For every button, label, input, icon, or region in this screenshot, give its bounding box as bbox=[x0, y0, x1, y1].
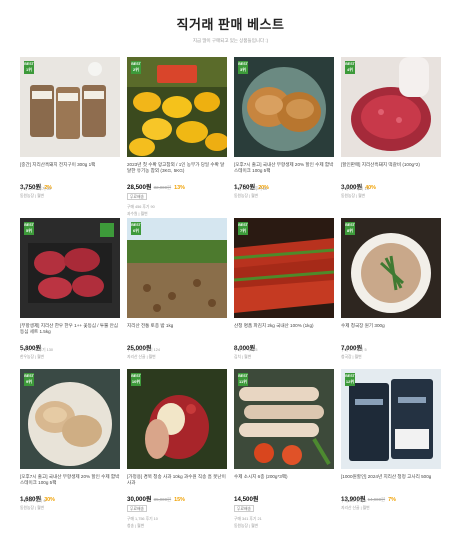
product-name[interactable]: [오후7시 출고] 국내산 무항생제 20% 할인 수제 함박스테이크 100g… bbox=[234, 162, 334, 174]
product-name[interactable]: 수제 소시지 6종 (200g*3팩) bbox=[234, 474, 334, 486]
product-name[interactable]: [오후7시 출고] 국내산 무항생제 20% 할인 수제 함박스테이크 100g… bbox=[20, 474, 120, 486]
product-stats: 구매 173 후기 5 bbox=[341, 348, 367, 352]
product-image[interactable]: BEST 1위 bbox=[20, 57, 120, 157]
rank-badge: BEST 8위 bbox=[345, 222, 355, 235]
product-stats: 구매 456 후기 90 bbox=[127, 205, 155, 209]
product-image[interactable]: BEST 6위 bbox=[127, 218, 227, 318]
product-stats: 구매 2,778 후기 130 bbox=[20, 348, 53, 352]
product-stats: 구매 1,844 후기 124 bbox=[127, 348, 160, 352]
product-stats: 구매 14,178 후기 85 bbox=[234, 187, 267, 191]
product-stats: 구매 8,031 후기 59 bbox=[20, 187, 51, 191]
seller-info: 지리산 산골 | 월변 bbox=[341, 506, 370, 510]
seller-info: 동원농장 | 월변 bbox=[234, 194, 259, 198]
product-image[interactable]: BEST 4위 bbox=[341, 57, 441, 157]
product-stats: 구매 401 후기 6 bbox=[20, 499, 46, 503]
product-image[interactable]: BEST 9위 bbox=[20, 369, 120, 469]
free-shipping-tag: 무료배송 bbox=[127, 505, 147, 512]
rank-badge: BEST 11위 bbox=[238, 373, 248, 386]
rank-badge: BEST 6위 bbox=[131, 222, 141, 235]
seller-info: 한우농장 | 월변 bbox=[20, 355, 45, 359]
rank-badge: BEST 7위 bbox=[238, 222, 248, 235]
rank-badge: BEST 9위 bbox=[24, 373, 34, 386]
product-image[interactable]: BEST 12위 bbox=[341, 369, 441, 469]
product-price: 30,000원 bbox=[127, 496, 152, 503]
seller-info: 동원농장 | 월변 bbox=[234, 524, 259, 528]
product-image[interactable]: BEST 5위 bbox=[20, 218, 120, 318]
seller-info: 지리산 산골 | 월변 bbox=[127, 355, 156, 359]
product-card[interactable]: BEST 3위 [오후7시 출고] 국내산 무항생제 20% 할인 수제 함박스테… bbox=[234, 57, 334, 199]
product-card[interactable]: BEST 4위 [할인판매] 지리산흑돼지 떡갈비 (100g*2) 3,000원… bbox=[341, 57, 441, 199]
seller-info: 동원농장 | 월변 bbox=[341, 194, 366, 198]
seller-info: 김치 | 월변 bbox=[234, 355, 252, 359]
product-card[interactable]: BEST 10위 [가정용] 경북 청송 사과 10kg 과수원 직송 흠 못난이… bbox=[127, 369, 227, 529]
product-card[interactable]: BEST 2위 2023년 첫 수확 망고참외 / 1인 농부가 당일 수확 달달… bbox=[127, 57, 227, 217]
rank-badge: BEST 4위 bbox=[345, 61, 355, 74]
product-card[interactable]: BEST 12위 [1000원할인] 2024년 지리산 청정 고사리 500g … bbox=[341, 369, 441, 511]
product-card[interactable]: BEST 5위 [무항생제] 지리산 한우 한우 1++ 꽃등심 / 투뿔 안심 … bbox=[20, 218, 120, 360]
seller-info: 청송 | 월변 bbox=[127, 524, 145, 528]
product-name[interactable]: 지리산 전통 토종 밤 1kg bbox=[127, 323, 227, 335]
product-name[interactable]: [무항생제] 지리산 한우 한우 1++ 꽃등심 / 투뿔 안심 등심 세트 1… bbox=[20, 323, 120, 335]
product-price: 28,500원 bbox=[127, 184, 152, 191]
product-card[interactable]: BEST 6위 지리산 전통 토종 밤 1kg 25,000원 구매 1,844 … bbox=[127, 218, 227, 360]
product-stats: 구매 47 후기 5 bbox=[234, 348, 258, 352]
section-header: 직거래 판매 베스트 지금 많이 구매되고 있는 상품들입니다 :) bbox=[0, 14, 461, 44]
discount-rate: 13% bbox=[174, 185, 185, 191]
original-price: 14,900원 bbox=[367, 497, 386, 502]
discount-rate: 15% bbox=[174, 497, 185, 503]
product-card[interactable]: BEST 8위 수제 청국장 원기 300g 7,000원 구매 173 후기 5… bbox=[341, 218, 441, 360]
product-price: 14,500원 bbox=[234, 496, 259, 503]
discount-rate: 7% bbox=[388, 497, 396, 503]
product-name[interactable]: [중간] 지리산흑돼지 전지구이 300g 1팩 bbox=[20, 162, 120, 174]
product-image[interactable]: BEST 2위 bbox=[127, 57, 227, 157]
seller-info: 동원농장 | 월변 bbox=[20, 194, 45, 198]
product-name[interactable]: 산청 명품 파김치 2kg 국내산 100% (1kg) bbox=[234, 323, 334, 335]
product-image[interactable]: BEST 3위 bbox=[234, 57, 334, 157]
seller-info: 과수원 | 월변 bbox=[127, 212, 148, 216]
rank-badge: BEST 2위 bbox=[131, 61, 141, 74]
product-card[interactable]: BEST 7위 산청 명품 파김치 2kg 국내산 100% (1kg) 8,00… bbox=[234, 218, 334, 360]
product-card[interactable]: BEST 11위 수제 소시지 6종 (200g*3팩) 14,500원 무료배송… bbox=[234, 369, 334, 529]
product-name[interactable]: [할인판매] 지리산흑돼지 떡갈비 (100g*2) bbox=[341, 162, 441, 174]
product-image[interactable]: BEST 8위 bbox=[341, 218, 441, 318]
page-title: 직거래 판매 베스트 bbox=[176, 17, 285, 32]
product-card[interactable]: BEST 1위 [중간] 지리산흑돼지 전지구이 300g 1팩 3,750원 2%… bbox=[20, 57, 120, 199]
rank-badge: BEST 1위 bbox=[24, 61, 34, 74]
product-name[interactable]: 수제 청국장 원기 300g bbox=[341, 323, 441, 335]
product-stats: 구매 816 후기 13 bbox=[341, 187, 369, 191]
rank-badge: BEST 10위 bbox=[131, 373, 141, 386]
product-image[interactable]: BEST 10위 bbox=[127, 369, 227, 469]
product-stats: 구매 341 후기 21 bbox=[234, 517, 262, 521]
product-name[interactable]: 2023년 첫 수확 망고참외 / 1인 농부가 당일 수확 달달한 유기농 참… bbox=[127, 162, 227, 174]
rank-badge: BEST 12위 bbox=[345, 373, 355, 386]
free-shipping-tag: 무료배송 bbox=[234, 505, 254, 512]
page-subtitle: 지금 많이 구매되고 있는 상품들입니다 :) bbox=[192, 38, 269, 43]
rank-badge: BEST 3위 bbox=[238, 61, 248, 74]
seller-info: 청국장 | 월변 bbox=[341, 355, 362, 359]
free-shipping-tag: 무료배송 bbox=[127, 193, 147, 200]
product-image[interactable]: BEST 7위 bbox=[234, 218, 334, 318]
seller-info: 동원농장 | 월변 bbox=[20, 506, 45, 510]
product-card[interactable]: BEST 9위 [오후7시 출고] 국내산 무항생제 20% 할인 수제 함박스테… bbox=[20, 369, 120, 511]
original-price: 32,000원 bbox=[153, 185, 172, 190]
rank-badge: BEST 5위 bbox=[24, 222, 34, 235]
product-image[interactable]: BEST 11위 bbox=[234, 369, 334, 469]
original-price: 35,000원 bbox=[153, 497, 172, 502]
product-name[interactable]: [1000원할인] 2024년 지리산 청정 고사리 500g bbox=[341, 474, 441, 486]
product-name[interactable]: [가정용] 경북 청송 사과 10kg 과수원 직송 흠 못난이 사과 bbox=[127, 474, 227, 486]
product-stats: 구매 1,756 후기 10 bbox=[127, 517, 158, 521]
